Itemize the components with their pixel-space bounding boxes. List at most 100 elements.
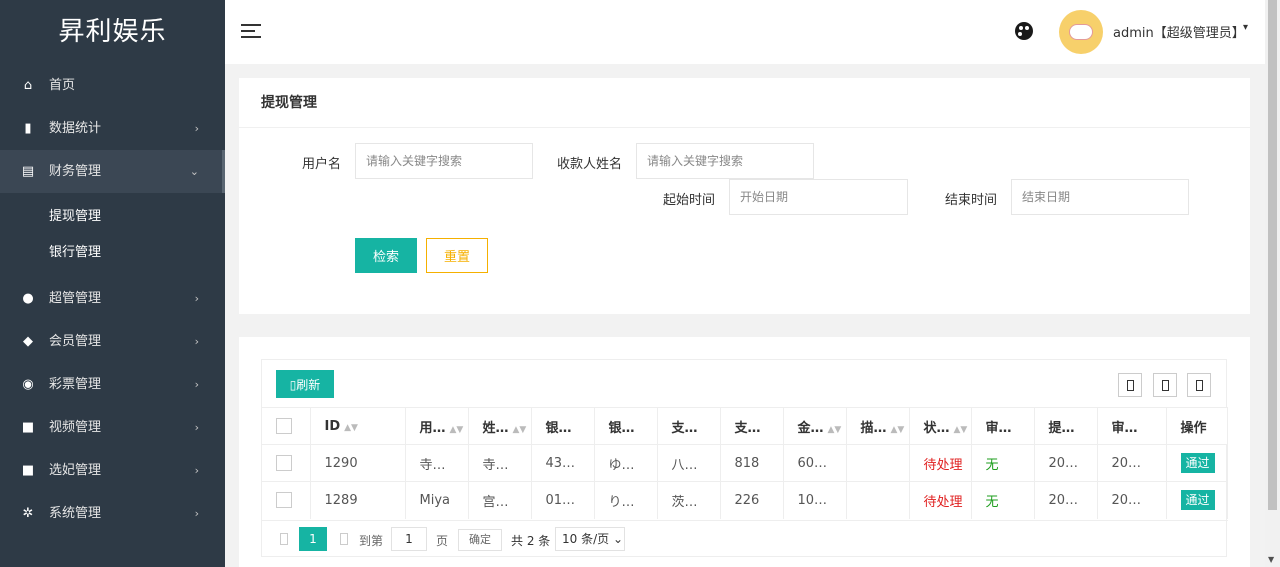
page-title: 提现管理 [239, 78, 1250, 128]
column-header: 提… [1034, 407, 1098, 445]
table-row: 1290 寺… 寺… 43… ゆ… 八… 818 60… 待处理 无 20… 2… [262, 444, 1228, 482]
columns-filter-icon[interactable] [1118, 373, 1142, 397]
row-select-cell[interactable] [262, 444, 311, 482]
sidebar-item-system[interactable]: ✲ 系统管理 › [0, 492, 225, 535]
cell-pay: 八… [657, 444, 721, 482]
chevron-right-icon: › [194, 421, 199, 434]
user-icon: ● [22, 291, 34, 306]
column-header: 银… [594, 407, 658, 445]
cell-amount: 60… [783, 444, 847, 482]
column-header-label: 状… [923, 420, 950, 436]
approve-button[interactable]: 通过 [1180, 453, 1215, 473]
select-all-checkbox[interactable] [276, 418, 292, 434]
row-checkbox[interactable] [276, 492, 292, 509]
cell-user: Miya [405, 481, 469, 519]
cell-user: 寺… [405, 444, 469, 482]
reset-button[interactable]: 重置 [426, 238, 488, 273]
column-header: 支… [720, 407, 784, 445]
approve-button[interactable]: 通过 [1180, 490, 1215, 511]
column-header[interactable]: 用… ▲▼ [405, 407, 469, 445]
user-name[interactable]: admin【超级管理员】 [1113, 22, 1245, 41]
prev-page-icon[interactable] [280, 533, 288, 545]
next-page-icon[interactable] [340, 533, 348, 545]
palette-icon[interactable] [1015, 22, 1033, 40]
column-header[interactable]: ID ▲▼ [310, 407, 406, 445]
sidebar-item-selection[interactable]: ■ 选妃管理 › [0, 449, 225, 492]
caret-down-icon[interactable]: ▾ [1243, 22, 1248, 33]
menu-toggle-icon[interactable] [241, 24, 261, 40]
sidebar-item-members[interactable]: ◆ 会员管理 › [0, 320, 225, 363]
chevron-right-icon: › [194, 507, 199, 520]
sidebar-item-stats[interactable]: ▮ 数据统计 › [0, 107, 225, 150]
page-scrollbar[interactable]: ▼ [1265, 0, 1280, 567]
column-header[interactable]: 姓… ▲▼ [468, 407, 532, 445]
table-header-row: ID ▲▼ 用… ▲▼ 姓… ▲▼ 银… 银… 支… 支… 金… ▲▼ 描… ▲▼ 状… ▲… [262, 407, 1228, 445]
sidebar-item-label: 首页 [49, 78, 76, 93]
users-icon: ◆ [23, 334, 33, 349]
page-current[interactable]: 1 [299, 527, 327, 551]
table-row: 1289 Miya 宫… 01… り… 茨… 226 10… 待处理 无 20…… [262, 481, 1228, 519]
print-icon[interactable] [1187, 373, 1211, 397]
sidebar-item-home[interactable]: ⌂ 首页 [0, 64, 225, 107]
row-select-cell[interactable] [262, 481, 311, 519]
sort-icon[interactable]: ▲▼ [344, 423, 358, 433]
sidebar-item-lottery[interactable]: ◉ 彩票管理 › [0, 363, 225, 406]
video-icon: ■ [21, 420, 35, 435]
video-icon: ■ [21, 463, 35, 478]
cell-action: 通过 [1166, 481, 1228, 519]
cell-pay: 226 [720, 481, 784, 519]
refresh-button[interactable]: ▯刷新 [276, 370, 334, 398]
cell-status: 待处理 [909, 481, 972, 519]
sidebar-item-admin[interactable]: ● 超管管理 › [0, 277, 225, 320]
column-header-label: 描… [860, 420, 887, 436]
cell-bank: り… [594, 481, 658, 519]
sidebar-subitem-withdraw[interactable]: 提现管理 [0, 199, 225, 235]
column-header-label: ID [324, 418, 341, 434]
avatar[interactable] [1059, 10, 1103, 54]
home-icon: ⌂ [23, 78, 33, 93]
sidebar-item-label: 系统管理 [49, 506, 102, 521]
cell-pay: 818 [720, 444, 784, 482]
sidebar-item-finance[interactable]: ▤ 财务管理 ⌄ [0, 150, 225, 193]
sort-icon[interactable]: ▲▼ [891, 425, 905, 435]
column-header[interactable]: 状… ▲▼ [909, 407, 972, 445]
row-checkbox[interactable] [276, 455, 292, 471]
end-date-input[interactable]: 结束日期 [1011, 179, 1189, 215]
sidebar-item-label: 数据统计 [49, 121, 102, 136]
scrollbar-thumb[interactable] [1268, 0, 1277, 510]
search-button[interactable]: 检索 [355, 238, 417, 273]
app-logo: 昇利娱乐 [58, 17, 167, 47]
cell-review: 无 [971, 444, 1035, 482]
cell-pay: 茨… [657, 481, 721, 519]
scroll-down-icon[interactable]: ▼ [1268, 555, 1274, 564]
username-input[interactable]: 请输入关键字搜索 [355, 143, 533, 179]
select-all-cell[interactable] [262, 407, 311, 445]
sort-icon[interactable]: ▲▼ [450, 425, 464, 435]
sidebar-subitem-bank[interactable]: 银行管理 [0, 235, 225, 271]
gamepad-icon: ◉ [22, 377, 34, 392]
chevron-right-icon: › [194, 122, 199, 135]
goto-confirm-button[interactable]: 确定 [458, 529, 502, 551]
sort-icon[interactable]: ▲▼ [828, 425, 842, 435]
sidebar-item-video[interactable]: ■ 视频管理 › [0, 406, 225, 449]
column-header-label: 姓… [482, 420, 509, 436]
column-header[interactable]: 金… ▲▼ [783, 407, 847, 445]
cell-review: 无 [971, 481, 1035, 519]
chevron-right-icon: › [194, 292, 199, 305]
column-header[interactable]: 描… ▲▼ [846, 407, 910, 445]
page-size-select[interactable]: 10 条/页 ⌄ [555, 527, 625, 551]
sidebar-submenu-finance: 提现管理 银行管理 [0, 193, 225, 277]
payee-input[interactable]: 请输入关键字搜索 [636, 143, 814, 179]
sidebar-item-label: 超管管理 [49, 291, 102, 306]
column-header: 审… [971, 407, 1035, 445]
sort-icon[interactable]: ▲▼ [513, 425, 527, 435]
goto-page-input[interactable]: 1 [391, 527, 427, 551]
cell-desc [846, 481, 910, 519]
start-date-input[interactable]: 开始日期 [729, 179, 908, 215]
cell-desc [846, 444, 910, 482]
withdraw-table: ID ▲▼ 用… ▲▼ 姓… ▲▼ 银… 银… 支… 支… 金… ▲▼ 描… ▲▼ 状… ▲… [262, 407, 1228, 519]
total-count: 共 2 条 [511, 534, 551, 548]
export-icon[interactable] [1153, 373, 1177, 397]
cell-bank: 01… [531, 481, 595, 519]
sort-icon[interactable]: ▲▼ [954, 425, 968, 435]
